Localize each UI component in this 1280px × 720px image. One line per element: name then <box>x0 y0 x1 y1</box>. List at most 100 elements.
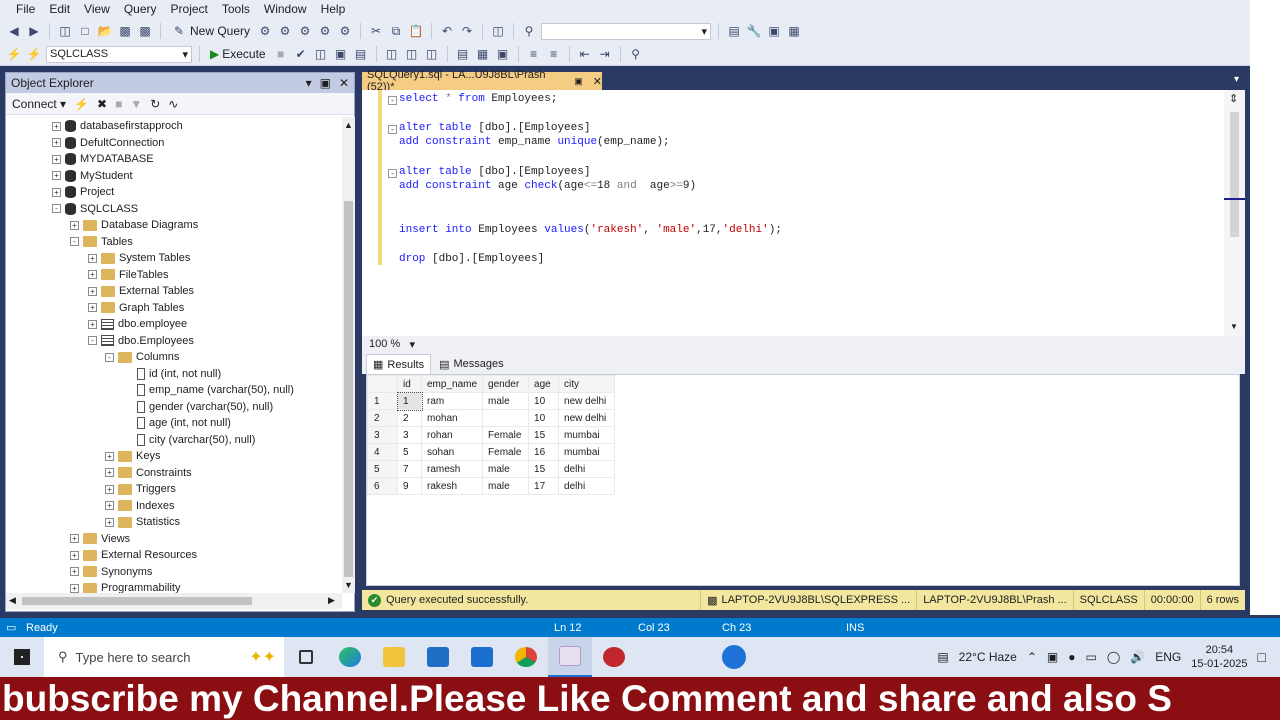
change-connection-icon[interactable]: ⚡ <box>26 46 42 62</box>
grid-cell[interactable]: sohan <box>420 443 484 461</box>
activity-monitor-icon[interactable]: ▤ <box>726 23 742 39</box>
tree-node[interactable]: id (int, not null) <box>137 366 221 382</box>
tree-node[interactable]: + System Tables <box>88 250 190 266</box>
expand-icon[interactable]: + <box>70 567 79 576</box>
table-row[interactable]: 3 3 rohan Female 15 mumbai <box>367 426 616 444</box>
query-designer-icon[interactable]: ▣ <box>333 46 349 62</box>
tree-node[interactable]: + Indexes <box>105 498 175 514</box>
close-icon[interactable]: ✕ <box>593 75 602 88</box>
file-explorer-app[interactable] <box>372 637 416 677</box>
parse-check-icon[interactable]: ✔ <box>293 46 309 62</box>
new-query-button[interactable]: ✎ New Query <box>168 23 253 39</box>
dmx-query-icon[interactable]: ⚙ <box>297 23 313 39</box>
tree-node[interactable]: + Statistics <box>105 514 180 530</box>
table-row[interactable]: 1 1 ram male 10 new delhi <box>367 391 616 411</box>
add-item-icon[interactable]: □ <box>77 23 93 39</box>
menu-item-query[interactable]: Query <box>117 0 164 19</box>
task-view-button[interactable] <box>284 637 328 677</box>
chevron-left-icon[interactable]: ◀ <box>9 595 16 606</box>
db-engine-query-icon[interactable]: ⚙ <box>257 23 273 39</box>
volume-icon[interactable]: 🔊 <box>1130 650 1145 664</box>
refresh-icon[interactable]: ↻ <box>150 97 160 111</box>
split-icon[interactable]: ⇕ <box>1229 92 1238 105</box>
grid-cell[interactable]: new delhi <box>558 392 616 410</box>
specify-values-icon[interactable]: ⚲ <box>628 46 644 62</box>
grid-cell[interactable]: new delhi <box>558 409 616 427</box>
menu-item-window[interactable]: Window <box>257 0 314 19</box>
expand-icon[interactable]: + <box>88 319 97 329</box>
tree-node[interactable]: + Constraints <box>105 465 192 481</box>
tree-node[interactable]: + External Tables <box>88 283 194 299</box>
live-stats-icon[interactable]: ◫ <box>404 46 420 62</box>
tree-node[interactable]: + Views <box>70 531 130 547</box>
tree-node[interactable]: + Keys <box>105 448 160 464</box>
recorder-app[interactable] <box>592 637 636 677</box>
store-app[interactable] <box>416 637 460 677</box>
grid-cell[interactable]: 15 <box>528 460 560 478</box>
expand-icon[interactable]: + <box>52 138 61 147</box>
expand-icon[interactable]: + <box>105 484 114 494</box>
notifications-icon[interactable]: □ <box>1258 649 1266 665</box>
database-combo[interactable]: SQLCLASS ▾ <box>46 45 192 63</box>
pin-icon[interactable]: ▣ <box>574 76 583 87</box>
start-button[interactable] <box>0 637 44 677</box>
menu-item-tools[interactable]: Tools <box>215 0 257 19</box>
client-stats-icon[interactable]: ◫ <box>424 46 440 62</box>
intellisense-icon[interactable]: ▤ <box>353 46 369 62</box>
fold-icon[interactable]: - <box>388 96 397 105</box>
row-number[interactable]: 4 <box>367 443 398 461</box>
activity-icon[interactable]: ∿ <box>168 97 178 111</box>
results-to-file-icon[interactable]: ▣ <box>495 46 511 62</box>
decrease-indent-icon[interactable]: ⇤ <box>577 46 593 62</box>
menu-item-help[interactable]: Help <box>314 0 353 19</box>
grid-cell[interactable]: mohan <box>420 409 484 427</box>
tree-node[interactable]: + FileTables <box>88 267 169 283</box>
chevron-up-icon[interactable]: ▲ <box>344 120 353 130</box>
grid-cell[interactable]: rohan <box>420 426 484 444</box>
grid-cell[interactable]: rakesh <box>420 477 484 495</box>
tree-node[interactable]: + Triggers <box>105 481 176 497</box>
mdx-query-icon[interactable]: ⚙ <box>277 23 293 39</box>
grid-cell[interactable]: 10 <box>528 409 560 427</box>
tree-node[interactable]: + MyStudent <box>52 168 133 184</box>
table-row[interactable]: 6 9 rakesh male 17 delhi <box>367 477 616 495</box>
ssms-app[interactable] <box>548 637 592 677</box>
results-to-text-icon[interactable]: ▤ <box>455 46 471 62</box>
stop-icon[interactable]: ■ <box>273 46 289 62</box>
network-icon[interactable]: ◯ <box>1107 650 1120 664</box>
collapse-icon[interactable]: - <box>105 352 114 362</box>
dax-query-icon[interactable]: ⚙ <box>337 23 353 39</box>
edge-app[interactable] <box>328 637 372 677</box>
connect-icon[interactable]: ⚡ <box>74 97 89 111</box>
tree-node[interactable]: age (int, not null) <box>137 415 231 431</box>
connect-button[interactable]: Connect ▾ <box>12 97 66 111</box>
expand-icon[interactable]: + <box>88 286 97 296</box>
column-header[interactable]: id <box>397 375 422 393</box>
zoom-combo[interactable]: 100 % ▾ <box>366 337 418 351</box>
tree-node[interactable]: + Synonyms <box>70 564 152 580</box>
taskbar-search[interactable]: ⚲ Type here to search ✦✦ <box>44 637 284 677</box>
grid-cell[interactable]: Female <box>482 443 530 461</box>
tree-node[interactable]: + Project <box>52 184 114 200</box>
scroll-thumb[interactable] <box>22 597 252 605</box>
tree-node[interactable]: + databasefirstapproch <box>52 118 183 134</box>
paste-icon[interactable]: 📋 <box>408 23 424 39</box>
tree-node[interactable]: - SQLCLASS <box>52 201 138 217</box>
mail-app[interactable] <box>460 637 504 677</box>
include-plan-icon[interactable]: ◫ <box>384 46 400 62</box>
expand-icon[interactable]: + <box>70 583 79 593</box>
grid-cell[interactable]: ram <box>420 392 484 410</box>
row-number[interactable]: 2 <box>367 409 398 427</box>
menu-item-file[interactable]: File <box>9 0 42 19</box>
editor-vertical-scrollbar[interactable]: ⇕ ▼ <box>1224 90 1245 336</box>
grid-cell[interactable]: 3 <box>397 426 422 444</box>
column-header[interactable]: emp_name <box>420 375 484 393</box>
stop-icon[interactable]: ■ <box>115 97 122 111</box>
tab-messages[interactable]: ▤ Messages <box>433 354 510 374</box>
tree-node[interactable]: + MYDATABASE <box>52 151 154 167</box>
row-number[interactable]: 5 <box>367 460 398 478</box>
row-number[interactable]: 6 <box>367 477 398 495</box>
expand-icon[interactable]: + <box>88 303 97 312</box>
expand-icon[interactable]: + <box>52 121 61 131</box>
grid-cell[interactable]: 10 <box>528 392 560 410</box>
